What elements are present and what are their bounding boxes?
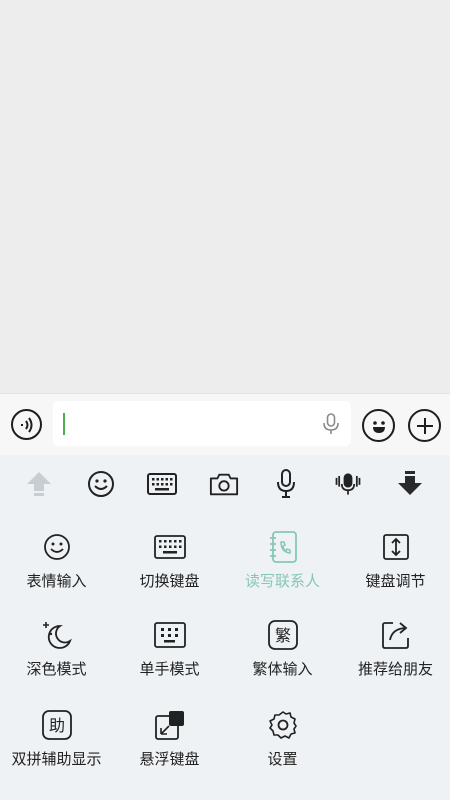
- floating-keyboard-icon: [154, 711, 184, 740]
- toolbar-voice-button[interactable]: [271, 469, 301, 499]
- toolbar-keyboard-button[interactable]: [147, 469, 177, 499]
- panel-item-label: 读写联系人: [244, 572, 320, 590]
- input-method-panel: 表情输入 切换键盘 读写联系人 键盘调节 深色模式 单手模式 繁 繁体输入 推荐…: [0, 455, 450, 800]
- plus-icon: [416, 417, 433, 434]
- panel-read-write-contacts[interactable]: 读写联系人: [226, 531, 339, 591]
- message-input[interactable]: [53, 401, 351, 446]
- svg-text:繁: 繁: [274, 626, 290, 645]
- collapse-keyboard-button[interactable]: [395, 469, 425, 499]
- toolbar-camera-button[interactable]: [209, 469, 239, 499]
- panel-item-label: 切换键盘: [139, 572, 200, 590]
- chat-message-area: [0, 0, 450, 393]
- shuangpin-helper-icon: 助: [41, 710, 72, 740]
- emoji-icon: [88, 471, 114, 497]
- panel-item-label: 推荐给朋友: [357, 660, 433, 678]
- camera-icon: [209, 473, 239, 496]
- panel-keyboard-adjust[interactable]: 键盘调节: [339, 531, 450, 591]
- panel-traditional-input[interactable]: 繁 繁体输入: [226, 619, 339, 679]
- contacts-book-icon: [269, 531, 297, 563]
- toolbar-voice-broadcast-button[interactable]: [333, 469, 363, 499]
- text-caret: [63, 413, 65, 435]
- keyboard-icon: [147, 473, 177, 495]
- panel-settings[interactable]: 设置: [226, 709, 339, 769]
- keyboard-toolbar: [0, 455, 450, 513]
- one-hand-keyboard-icon: [153, 622, 186, 648]
- upload-arrow-icon: [27, 472, 51, 496]
- panel-shuangpin-helper[interactable]: 助 双拼辅助显示: [0, 709, 113, 769]
- gear-icon: [268, 711, 297, 739]
- panel-recommend-to-friends[interactable]: 推荐给朋友: [339, 619, 450, 679]
- panel-item-label: 键盘调节: [365, 572, 426, 590]
- toolbar-emoji-button[interactable]: [86, 469, 116, 499]
- microphone-icon: [277, 469, 295, 498]
- panel-dark-mode[interactable]: 深色模式: [0, 619, 113, 679]
- podcast-mic-icon: [335, 473, 361, 495]
- panel-item-label: 单手模式: [139, 660, 200, 678]
- panel-floating-keyboard[interactable]: 悬浮键盘: [113, 709, 226, 769]
- resize-icon: [382, 534, 409, 560]
- emoji-icon: [43, 534, 70, 560]
- panel-emoji-input[interactable]: 表情输入: [0, 531, 113, 591]
- more-actions-button[interactable]: [408, 409, 441, 442]
- svg-text:助: 助: [48, 716, 64, 735]
- collapse-keyboard-icon: [398, 471, 422, 495]
- keyboard-icon: [153, 535, 186, 559]
- voice-toggle-icon: [20, 416, 32, 433]
- share-icon: [381, 622, 409, 649]
- moon-icon: [42, 622, 72, 649]
- upload-button[interactable]: [24, 469, 54, 499]
- mic-icon[interactable]: [321, 413, 341, 435]
- emoji-icon: [372, 420, 385, 433]
- panel-item-label: 繁体输入: [252, 660, 313, 678]
- panel-item-label: 表情输入: [26, 572, 87, 590]
- traditional-chinese-icon: 繁: [267, 620, 298, 650]
- panel-switch-keyboard[interactable]: 切换键盘: [113, 531, 226, 591]
- panel-item-label: 设置: [267, 750, 298, 768]
- panel-item-label: 深色模式: [26, 660, 87, 678]
- emoji-button[interactable]: [362, 409, 395, 442]
- panel-one-hand-mode[interactable]: 单手模式: [113, 619, 226, 679]
- panel-item-label: 悬浮键盘: [139, 750, 200, 768]
- voice-toggle-button[interactable]: [11, 409, 42, 440]
- panel-item-label: 双拼辅助显示: [11, 750, 102, 768]
